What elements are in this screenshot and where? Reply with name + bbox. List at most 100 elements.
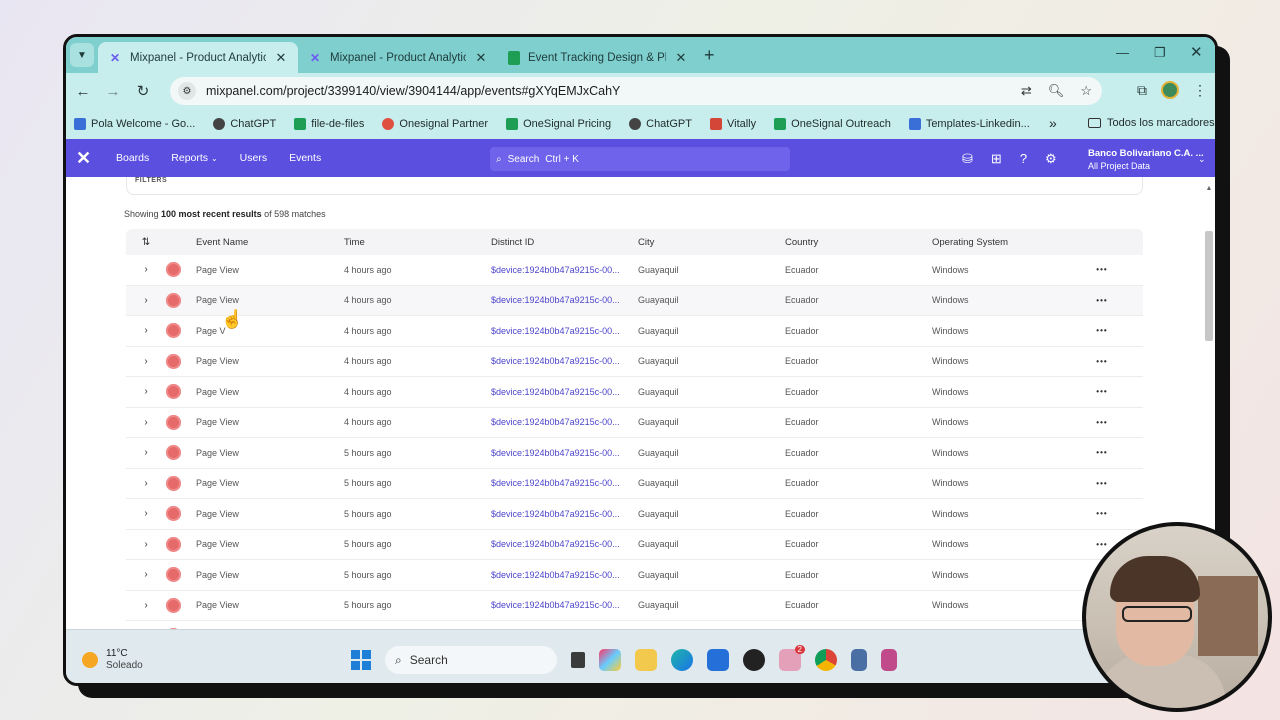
bookmark-item[interactable]: ChatGPT	[213, 118, 276, 130]
nav-boards[interactable]: Boards	[116, 152, 149, 164]
nav-events[interactable]: Events	[289, 152, 321, 164]
edge-icon[interactable]	[671, 649, 693, 671]
settings-gear-icon[interactable]: ⚙	[1045, 151, 1057, 167]
bookmark-item[interactable]: Vitally	[709, 118, 756, 130]
cell-distinct-id[interactable]: $device:1924b0b47a9215c-00...	[491, 539, 638, 549]
bookmark-item[interactable]: Onesignal Partner	[382, 118, 488, 130]
bookmark-item[interactable]: Templates-Linkedin...	[908, 118, 1030, 130]
profile-avatar[interactable]	[1161, 81, 1179, 99]
row-more-icon[interactable]: •••	[1082, 326, 1122, 335]
row-more-icon[interactable]: •••	[1082, 448, 1122, 457]
expand-chevron-icon[interactable]: ›	[126, 539, 166, 550]
expand-chevron-icon[interactable]: ›	[126, 264, 166, 275]
bookmark-item[interactable]: Pola Welcome - Go...	[74, 118, 195, 130]
table-row[interactable]: ›Page View5 hours ago$device:1924b0b47a9…	[126, 530, 1143, 560]
nav-reports[interactable]: Reports ⌄	[171, 152, 217, 164]
cell-distinct-id[interactable]: $device:1924b0b47a9215c-00...	[491, 448, 638, 458]
browser-tab-1[interactable]: ✕ Mixpanel - Product Analytics ✕	[98, 42, 298, 73]
expand-chevron-icon[interactable]: ›	[126, 478, 166, 489]
close-tab-icon[interactable]: ✕	[274, 50, 288, 66]
scroll-up-icon[interactable]: ▲	[1205, 185, 1213, 192]
more-bookmarks-icon[interactable]: »	[1049, 115, 1057, 131]
store-icon[interactable]	[707, 649, 729, 671]
maximize-button[interactable]: ❐	[1154, 45, 1166, 61]
apps-grid-icon[interactable]: ⊞	[991, 151, 1002, 167]
forward-icon[interactable]: →	[98, 83, 128, 100]
dell-icon[interactable]	[743, 649, 765, 671]
table-row[interactable]: › Page View 4 hours ago $device:1924b0b47a9…	[126, 408, 1143, 438]
cell-distinct-id[interactable]: $device:1924b0b47a9215c-00...	[491, 265, 638, 275]
new-tab-button[interactable]: +	[704, 45, 715, 66]
table-row[interactable]: › Page View 4 hours ago $device:1924b0b47a9…	[126, 285, 1143, 316]
table-row[interactable]: › Page View 4 hours ago $device:1924b0b47a9…	[126, 347, 1143, 377]
expand-chevron-icon[interactable]: ›	[126, 569, 166, 580]
browser-tab-2[interactable]: ✕ Mixpanel - Product Analytics ✕	[298, 42, 498, 73]
row-more-icon[interactable]: •••	[1082, 265, 1122, 274]
minimize-button[interactable]: —	[1116, 45, 1129, 60]
project-selector[interactable]: Banco Bolivariano C.A. ... All Project D…	[1088, 147, 1206, 172]
cell-distinct-id[interactable]: $device:1924b0b47a9215c-00...	[491, 326, 638, 336]
bookmark-item[interactable]: file-de-files	[294, 118, 364, 130]
close-tab-icon[interactable]: ✕	[674, 50, 688, 66]
row-more-icon[interactable]: •••	[1082, 418, 1122, 427]
cell-distinct-id[interactable]: $device:1924b0b47a9215c-00...	[491, 570, 638, 580]
slack-icon[interactable]: 2	[779, 645, 805, 671]
table-row[interactable]: › Page View 4 hours ago $device:1924b0b47a9…	[126, 255, 1143, 286]
row-more-icon[interactable]: •••	[1082, 509, 1122, 518]
translate-icon[interactable]: ⇄	[1021, 83, 1032, 99]
row-more-icon[interactable]: •••	[1082, 387, 1122, 396]
cell-distinct-id[interactable]: $device:1924b0b47a9215c-00...	[491, 600, 638, 610]
cell-distinct-id[interactable]: $device:1924b0b47a9215c-00...	[491, 356, 638, 366]
expand-chevron-icon[interactable]: ›	[126, 386, 166, 397]
table-row[interactable]: ›Page View5 hours ago$device:1924b0b47a9…	[126, 591, 1143, 621]
cell-distinct-id[interactable]: $device:1924b0b47a9215c-00...	[491, 295, 638, 305]
mixpanel-logo-icon[interactable]: ✕	[76, 148, 96, 169]
table-row[interactable]: › Page V 4 hours ago $device:1924b0b47a9215…	[126, 316, 1143, 347]
taskbar-search[interactable]: ⌕ Search	[385, 646, 557, 674]
header-time[interactable]: Time	[344, 237, 491, 248]
filters-panel[interactable]: FILTERS	[126, 177, 1143, 195]
all-bookmarks-folder[interactable]: Todos los marcadores	[1088, 117, 1215, 129]
data-icon[interactable]: ⛁	[962, 151, 973, 167]
header-city[interactable]: City	[638, 237, 785, 248]
row-more-icon[interactable]: •••	[1082, 479, 1122, 488]
expand-chevron-icon[interactable]: ›	[126, 325, 166, 336]
expand-chevron-icon[interactable]: ›	[126, 600, 166, 611]
windows-start-icon[interactable]	[351, 650, 371, 670]
header-operating-system[interactable]: Operating System	[932, 237, 1082, 248]
cell-distinct-id[interactable]: $device:1924b0b47a9215c-00...	[491, 509, 638, 519]
table-row[interactable]: ›Page View5 hours ago$device:1924b0b47a9…	[126, 621, 1143, 629]
chrome-icon[interactable]	[815, 649, 837, 671]
table-row[interactable]: ›Page View5 hours ago$device:1924b0b47a9…	[126, 469, 1143, 499]
bookmark-item[interactable]: OneSignal Pricing	[506, 118, 611, 130]
expand-chevron-icon[interactable]: ›	[126, 417, 166, 428]
cell-distinct-id[interactable]: $device:1924b0b47a9215c-00...	[491, 387, 638, 397]
tab-search-button[interactable]: ▼	[70, 43, 94, 67]
header-distinct-id[interactable]: Distinct ID	[491, 237, 638, 248]
expand-chevron-icon[interactable]: ›	[126, 356, 166, 367]
back-icon[interactable]: ←	[68, 83, 98, 100]
table-row[interactable]: ›Page View5 hours ago$device:1924b0b47a9…	[126, 499, 1143, 530]
address-bar[interactable]: ⚙ mixpanel.com/project/3399140/view/3904…	[170, 77, 1102, 105]
extensions-icon[interactable]: ⧉	[1137, 82, 1147, 99]
row-more-icon[interactable]: •••	[1082, 357, 1122, 366]
snipping-tool-icon[interactable]	[881, 649, 897, 671]
expand-chevron-icon[interactable]: ›	[126, 508, 166, 519]
header-country[interactable]: Country	[785, 237, 932, 248]
close-tab-icon[interactable]: ✕	[474, 50, 488, 66]
cell-distinct-id[interactable]: $device:1924b0b47a9215c-00...	[491, 478, 638, 488]
cell-distinct-id[interactable]: $device:1924b0b47a9215c-00...	[491, 417, 638, 427]
row-more-icon[interactable]: •••	[1082, 296, 1122, 305]
table-row[interactable]: ›Page View5 hours ago$device:1924b0b47a9…	[126, 438, 1143, 469]
expand-chevron-icon[interactable]: ›	[126, 295, 166, 306]
table-row[interactable]: ›Page View5 hours ago$device:1924b0b47a9…	[126, 560, 1143, 591]
task-view-icon[interactable]	[571, 652, 585, 668]
bookmark-item[interactable]: OneSignal Outreach	[774, 118, 891, 130]
global-search[interactable]: ⌕ Search Ctrl + K	[490, 147, 790, 171]
header-event-name[interactable]: Event Name	[196, 237, 344, 248]
browser-tab-3[interactable]: Event Tracking Design & Planif ✕	[498, 42, 698, 73]
expand-chevron-icon[interactable]: ›	[126, 447, 166, 458]
close-window-button[interactable]: ✕	[1190, 43, 1203, 61]
url-text[interactable]: mixpanel.com/project/3399140/view/390414…	[206, 84, 620, 98]
site-info-icon[interactable]: ⚙	[178, 82, 196, 100]
